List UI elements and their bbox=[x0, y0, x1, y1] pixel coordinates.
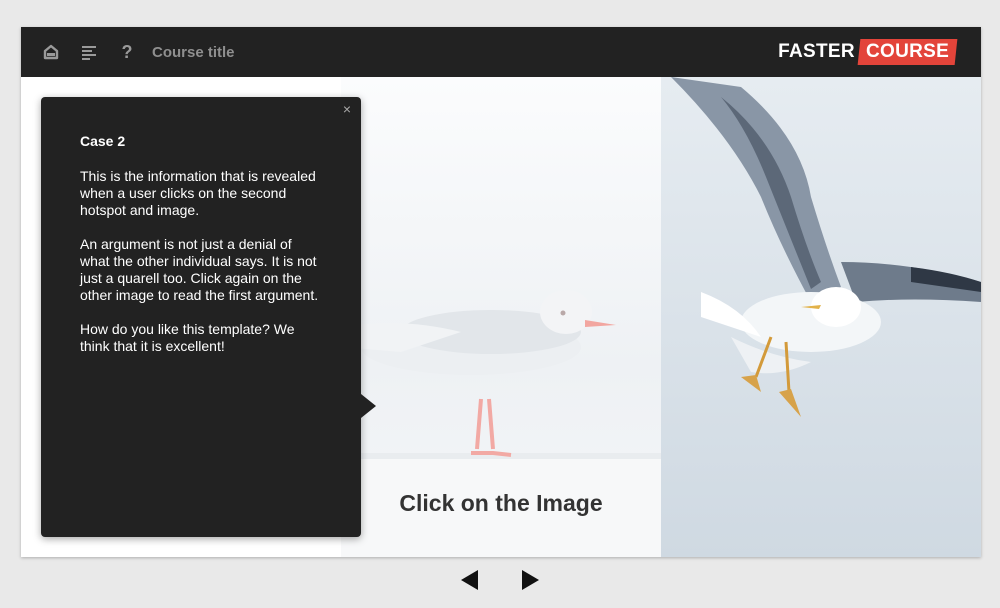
home-icon bbox=[43, 44, 59, 60]
standing-gull-image bbox=[341, 77, 661, 557]
next-button[interactable] bbox=[519, 569, 541, 591]
help-icon: ? bbox=[121, 42, 133, 62]
home-button[interactable] bbox=[32, 27, 70, 77]
logo-word-course: COURSE bbox=[857, 38, 958, 65]
brand-logo: FASTER COURSE bbox=[778, 38, 958, 65]
prev-button[interactable] bbox=[459, 569, 481, 591]
popup-paragraph-3: How do you like this template? We think … bbox=[80, 321, 295, 354]
menu-button[interactable] bbox=[70, 27, 108, 77]
help-button[interactable]: ? bbox=[108, 27, 146, 77]
image-hotspot-2[interactable] bbox=[341, 77, 661, 557]
image-hotspot-3[interactable] bbox=[661, 77, 981, 557]
prev-arrow-icon bbox=[461, 570, 478, 590]
logo-word-faster: FASTER bbox=[778, 40, 855, 62]
slide-navigation bbox=[0, 562, 1000, 598]
top-bar: ? Course title FASTER COURSE bbox=[21, 27, 981, 77]
next-arrow-icon bbox=[522, 570, 539, 590]
logo-word-course-text: COURSE bbox=[865, 40, 949, 62]
popup-title: Case 2 bbox=[80, 133, 126, 149]
menu-lines-icon bbox=[82, 46, 96, 60]
popup-pointer bbox=[361, 394, 376, 418]
info-popup: × Case 2 This is the information that is… bbox=[41, 97, 376, 537]
close-icon[interactable]: × bbox=[340, 102, 354, 116]
course-title: Course title bbox=[152, 43, 235, 61]
click-instruction: Click on the Image bbox=[399, 490, 603, 516]
popup-paragraph-2: An argument is not just a denial of what… bbox=[80, 236, 319, 303]
flying-gull-image bbox=[661, 77, 981, 557]
popup-paragraph-1: This is the information that is revealed… bbox=[80, 168, 316, 218]
